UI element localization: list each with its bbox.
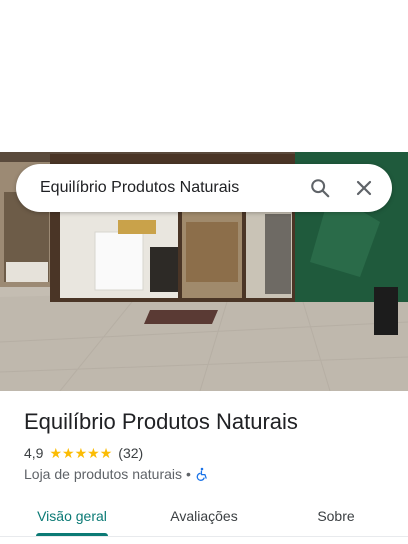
star-icon: ★ — [99, 445, 113, 461]
review-count[interactable]: (32) — [118, 445, 143, 461]
star-icon: ★ — [49, 445, 63, 461]
search-input[interactable]: Equilíbrio Produtos Naturais — [40, 179, 298, 197]
tabs-divider — [0, 536, 408, 537]
category-row: Loja de produtos naturais • — [24, 465, 209, 483]
tab-reviews[interactable]: Avaliações — [152, 496, 256, 536]
place-title: Equilíbrio Produtos Naturais — [24, 409, 298, 434]
star-icon: ★ — [87, 445, 100, 461]
tab-about[interactable]: Sobre — [284, 496, 388, 536]
rating-row[interactable]: 4,9 ★ ★ ★ ★ ★ (32) — [24, 444, 143, 462]
star-icon: ★ — [62, 445, 75, 461]
wheelchair-icon — [196, 467, 207, 481]
search-bar[interactable]: Equilíbrio Produtos Naturais — [16, 164, 392, 212]
tab-overview[interactable]: Visão geral — [20, 496, 124, 536]
place-tabs: Visão geral Avaliações Sobre — [0, 496, 408, 536]
map-area — [0, 0, 408, 152]
star-rating: ★ ★ ★ ★ ★ — [49, 446, 112, 460]
star-icon: ★ — [74, 445, 88, 461]
close-button[interactable] — [342, 166, 386, 210]
search-button[interactable] — [298, 166, 342, 210]
search-icon — [311, 179, 330, 198]
close-icon — [356, 180, 372, 196]
rating-value: 4,9 — [24, 445, 44, 461]
place-category: Loja de produtos naturais — [24, 466, 182, 482]
separator: • — [186, 466, 191, 482]
